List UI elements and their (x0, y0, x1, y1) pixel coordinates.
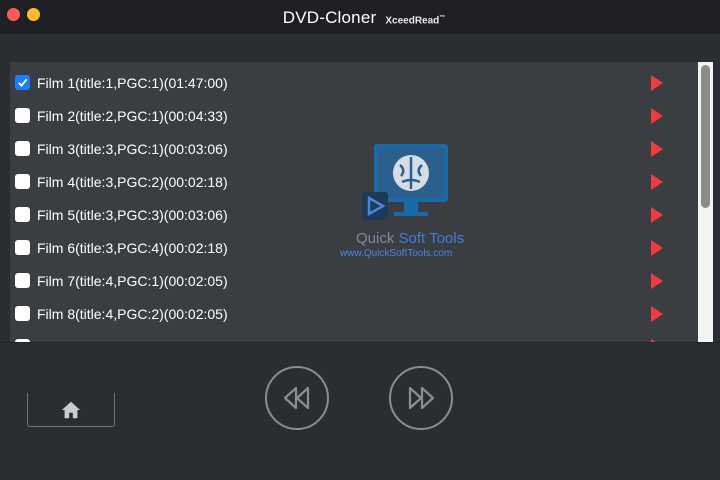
play-icon[interactable] (651, 239, 663, 256)
play-icon[interactable] (651, 173, 663, 190)
title-row[interactable]: Film 1(title:1,PGC:1)(01:47:00) (10, 66, 698, 99)
rewind-icon (283, 386, 310, 410)
title-checkbox[interactable] (15, 306, 30, 321)
title-checkbox[interactable] (15, 108, 30, 123)
title-row[interactable]: Film 5(title:3,PGC:3)(00:03:06) (10, 198, 698, 231)
title-checkbox[interactable] (15, 240, 30, 255)
play-icon[interactable] (651, 140, 663, 157)
title-label: Film 3(title:3,PGC:1)(00:03:06) (37, 140, 228, 157)
title-row[interactable]: Film 8(title:4,PGC:2)(00:02:05) (10, 297, 698, 330)
home-button[interactable] (27, 393, 115, 427)
title-bar: DVD-Cloner XceedRead™ (0, 0, 720, 34)
title-row[interactable]: Film 9(title:5,PGC:1)(00:01:50) (10, 330, 698, 342)
panel-divider (0, 342, 720, 343)
play-icon[interactable] (651, 74, 663, 91)
checkmark-icon (18, 78, 28, 88)
next-button[interactable] (389, 366, 453, 430)
close-window-button[interactable] (7, 8, 20, 21)
title-row[interactable]: Film 6(title:3,PGC:4)(00:02:18) (10, 231, 698, 264)
title-label: Film 7(title:4,PGC:1)(00:02:05) (37, 272, 228, 289)
title-checkbox[interactable] (15, 273, 30, 288)
title-label: Film 1(title:1,PGC:1)(01:47:00) (37, 74, 228, 91)
home-icon (61, 401, 81, 418)
title-row[interactable]: Film 3(title:3,PGC:1)(00:03:06) (10, 132, 698, 165)
title-row[interactable]: Film 4(title:3,PGC:2)(00:02:18) (10, 165, 698, 198)
title-checkbox[interactable] (15, 75, 30, 90)
title-row[interactable]: Film 2(title:2,PGC:1)(00:04:33) (10, 99, 698, 132)
title-label: Film 8(title:4,PGC:2)(00:02:05) (37, 305, 228, 322)
title-label: Film 2(title:2,PGC:1)(00:04:33) (37, 107, 228, 124)
back-button[interactable] (265, 366, 329, 430)
fast-forward-icon (408, 386, 435, 410)
title-label: Film 4(title:3,PGC:2)(00:02:18) (37, 173, 228, 190)
play-icon[interactable] (651, 305, 663, 322)
title-label: Film 5(title:3,PGC:3)(00:03:06) (37, 206, 228, 223)
title-checkbox[interactable] (15, 207, 30, 222)
title-checkbox[interactable] (15, 174, 30, 189)
title-label: Film 6(title:3,PGC:4)(00:02:18) (37, 239, 228, 256)
play-icon[interactable] (651, 107, 663, 124)
play-icon[interactable] (651, 206, 663, 223)
list-scrollbar[interactable] (698, 62, 713, 342)
minimize-window-button[interactable] (27, 8, 40, 21)
play-icon[interactable] (651, 272, 663, 289)
app-subtitle: XceedRead™ (385, 14, 446, 26)
title-row[interactable]: Film 7(title:4,PGC:1)(00:02:05) (10, 264, 698, 297)
title-checkbox[interactable] (15, 141, 30, 156)
scrollbar-thumb[interactable] (701, 65, 710, 208)
app-name: DVD-Cloner (282, 8, 377, 27)
app-title: DVD-Cloner XceedRead™ (283, 8, 446, 28)
title-list[interactable]: Film 1(title:1,PGC:1)(01:47:00) Film 2(ti… (10, 62, 698, 342)
